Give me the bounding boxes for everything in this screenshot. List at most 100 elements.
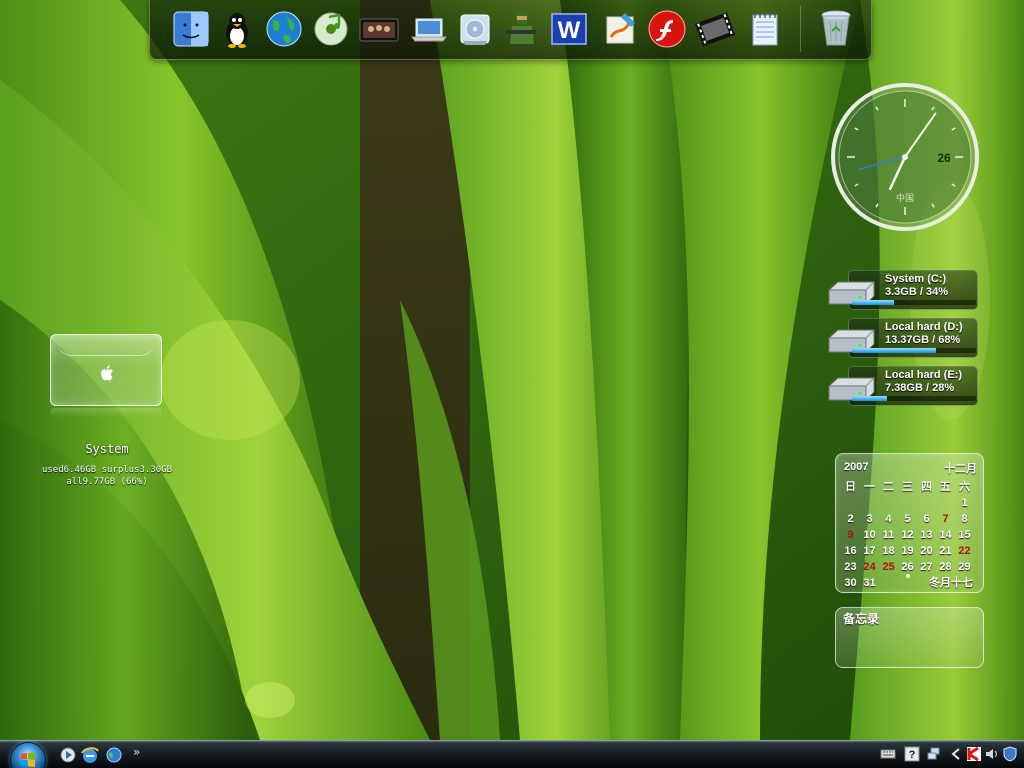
drive-usage: 13.37GB / 68% — [885, 334, 961, 346]
calendar-week-row: 1 — [841, 495, 981, 511]
calendar-day[interactable]: 18 — [879, 543, 898, 559]
drive-name: System (C:) — [885, 273, 947, 285]
calendar-day[interactable]: 4 — [879, 511, 898, 527]
word-icon[interactable]: W — [546, 6, 592, 52]
calendar-empty-cell — [898, 495, 917, 511]
calendar-weekday-row: 日 一 二 三 四 五 六 — [841, 479, 981, 495]
penguin-icon[interactable] — [214, 6, 260, 52]
weekday-label: 一 — [864, 480, 875, 493]
calendar-day[interactable]: 13 — [917, 527, 936, 543]
drive-name: Local hard (D:) — [885, 321, 963, 333]
calendar-day[interactable]: 10 — [860, 527, 879, 543]
calendar-day[interactable]: 30 — [841, 575, 860, 591]
calendar-day[interactable]: 7 — [936, 511, 955, 527]
disk-drive-icon[interactable] — [452, 6, 498, 52]
weekday-label: 四 — [921, 480, 932, 493]
apple-logo-icon — [101, 365, 113, 381]
network-icon[interactable] — [926, 746, 942, 762]
arrow-left-icon[interactable] — [948, 746, 964, 762]
drive-usage-bar — [852, 348, 976, 353]
music-disc-icon[interactable] — [308, 6, 354, 52]
help-icon[interactable]: ? — [904, 746, 920, 762]
drive-e-gadget[interactable]: Local hard (E:) 7.38GB / 28% — [826, 366, 980, 408]
calendar-week-row: 2345678 — [841, 511, 981, 527]
calendar-day[interactable]: 5 — [898, 511, 917, 527]
calendar-day[interactable]: 27 — [917, 559, 936, 575]
dock-separator — [800, 6, 801, 52]
show-desktop-icon[interactable] — [58, 745, 78, 765]
calendar-empty-cell — [860, 495, 879, 511]
finder-icon[interactable] — [168, 6, 214, 52]
system-drive-widget[interactable]: System used6.46GB surplus3.30GB all9.77G… — [38, 334, 178, 494]
notepad-icon[interactable] — [742, 6, 788, 52]
calendar-lunar-date: 冬月十七 — [929, 577, 973, 589]
calendar-week-row: 23 24 25 26 27 28 29 — [841, 559, 981, 578]
calendar-day[interactable]: 14 — [936, 527, 955, 543]
system-drive-used: used6.46GB surplus3.30GB — [41, 465, 173, 475]
calendar-empty-cell — [879, 575, 898, 591]
calendar-day[interactable]: 9 — [841, 527, 860, 543]
weekday-label: 六 — [959, 480, 970, 493]
drive-c-gadget[interactable]: System (C:) 3.3GB / 34% — [826, 270, 980, 312]
calendar-month: 十二月 — [944, 462, 977, 475]
analog-clock-gadget[interactable]: 26 中国 — [830, 82, 980, 232]
calendar-gadget[interactable]: 2007 十二月 日 一 二 三 四 五 六 1 2 3 4 5 6 7 8 9 10 11 12 13… — [835, 453, 984, 593]
calendar-day[interactable]: 12 — [898, 527, 917, 543]
calendar-day[interactable]: 29 — [955, 559, 974, 575]
calendar-day[interactable]: 6 — [917, 511, 936, 527]
internet-explorer-icon[interactable] — [80, 745, 100, 765]
calendar-day[interactable]: 23 — [841, 559, 860, 575]
quick-launch-overflow[interactable]: » — [133, 745, 140, 759]
calendar-day[interactable]: 8 — [955, 511, 974, 527]
media-globe-icon[interactable] — [104, 745, 124, 765]
clock-location: 中国 — [896, 192, 914, 204]
calendar-day[interactable]: 3 — [860, 511, 879, 527]
laptop-icon[interactable] — [406, 6, 452, 52]
drive-name: Local hard (E:) — [885, 369, 963, 381]
drive-d-gadget[interactable]: Local hard (D:) 13.37GB / 68% — [826, 318, 980, 360]
calendar-day[interactable]: 16 — [841, 543, 860, 559]
system-drive-name: System — [85, 442, 129, 456]
calendar-day[interactable]: 2 — [841, 511, 860, 527]
recycle-bin-icon[interactable] — [813, 6, 859, 52]
calendar-day[interactable]: 15 — [955, 527, 974, 543]
antivirus-icon[interactable] — [966, 746, 982, 762]
windows-logo-icon — [21, 752, 35, 767]
calendar-day[interactable]: 28 — [936, 559, 955, 575]
calendar-day[interactable]: 1 — [955, 495, 974, 511]
calendar-empty-cell — [917, 495, 936, 511]
soldier-game-icon[interactable] — [499, 6, 545, 52]
calendar-day[interactable]: 21 — [936, 543, 955, 559]
calendar-day[interactable]: 22 — [955, 543, 974, 559]
start-button[interactable] — [10, 742, 46, 768]
calendar-day[interactable]: 26 — [898, 559, 917, 578]
globe-icon[interactable] — [261, 6, 307, 52]
system-drive-total: all9.77GB (66%) — [66, 477, 148, 487]
taskbar: » ? — [0, 740, 1024, 768]
clock-day: 26 — [937, 151, 951, 165]
calendar-day[interactable]: 24 — [860, 559, 879, 575]
system-drive-box[interactable] — [50, 334, 162, 406]
calendar-day[interactable]: 25 — [879, 559, 898, 575]
calendar-day[interactable]: 31 — [860, 575, 879, 591]
memo-gadget[interactable]: 备忘录 — [835, 607, 984, 668]
drive-usage: 3.3GB / 34% — [885, 286, 948, 298]
paint-palette-icon[interactable] — [598, 6, 644, 52]
calendar-day[interactable]: 17 — [860, 543, 879, 559]
system-tray: ? — [878, 741, 1024, 768]
movie-film-icon[interactable] — [693, 6, 739, 52]
volume-icon[interactable] — [984, 746, 1000, 762]
calendar-day[interactable]: 11 — [879, 527, 898, 543]
drive-usage-bar — [852, 396, 976, 401]
flash-icon[interactable] — [644, 6, 690, 52]
calendar-day[interactable]: 20 — [917, 543, 936, 559]
calendar-year: 2007 — [844, 461, 869, 473]
shield-icon[interactable] — [1002, 746, 1018, 762]
media-player-icon[interactable] — [356, 6, 402, 52]
weekday-label: 五 — [940, 480, 951, 493]
application-dock: W — [149, 0, 872, 60]
weekday-label: 三 — [902, 480, 913, 493]
keyboard-icon[interactable] — [880, 746, 896, 762]
calendar-empty-cell — [936, 495, 955, 511]
calendar-day[interactable]: 19 — [898, 543, 917, 559]
